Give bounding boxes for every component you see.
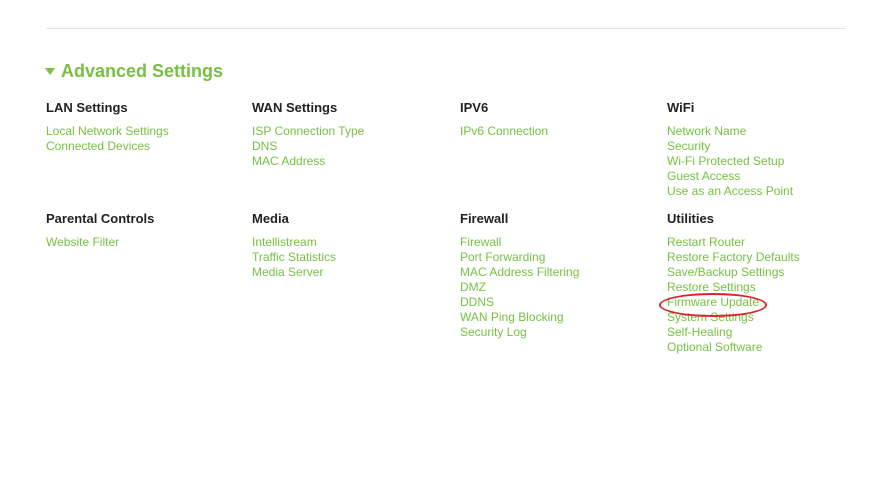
link-mac-address[interactable]: MAC Address	[252, 154, 442, 169]
link-system-settings[interactable]: System Settings	[667, 310, 857, 325]
link-isp-connection-type[interactable]: ISP Connection Type	[252, 124, 442, 139]
group-firewall: Firewall Firewall Port Forwarding MAC Ad…	[460, 211, 650, 340]
link-port-forwarding[interactable]: Port Forwarding	[460, 250, 650, 265]
group-title: Media	[252, 211, 289, 226]
advanced-settings-page: Advanced Settings LAN Settings Local Net…	[0, 0, 879, 498]
link-traffic-statistics[interactable]: Traffic Statistics	[252, 250, 442, 265]
group-ipv6: IPV6 IPv6 Connection	[460, 100, 650, 139]
group-title: Firewall	[460, 211, 509, 226]
link-optional-software[interactable]: Optional Software	[667, 340, 857, 355]
link-security-log[interactable]: Security Log	[460, 325, 650, 340]
link-security[interactable]: Security	[667, 139, 857, 154]
link-restore-settings[interactable]: Restore Settings	[667, 280, 857, 295]
group-title: IPV6	[460, 100, 489, 115]
link-network-name[interactable]: Network Name	[667, 124, 857, 139]
link-firmware-update[interactable]: Firmware Update	[667, 295, 857, 310]
link-firewall[interactable]: Firewall	[460, 235, 650, 250]
group-wan-settings: WAN Settings ISP Connection Type DNS MAC…	[252, 100, 442, 169]
group-title: WAN Settings	[252, 100, 338, 115]
group-utilities: Utilities Restart Router Restore Factory…	[667, 211, 857, 355]
link-dns[interactable]: DNS	[252, 139, 442, 154]
link-mac-address-filtering[interactable]: MAC Address Filtering	[460, 265, 650, 280]
group-title: Utilities	[667, 211, 714, 226]
link-local-network-settings[interactable]: Local Network Settings	[46, 124, 236, 139]
group-lan-settings: LAN Settings Local Network Settings Conn…	[46, 100, 236, 154]
link-wan-ping-blocking[interactable]: WAN Ping Blocking	[460, 310, 650, 325]
link-save-backup-settings[interactable]: Save/Backup Settings	[667, 265, 857, 280]
group-title: Parental Controls	[46, 211, 155, 226]
group-wifi: WiFi Network Name Security Wi-Fi Protect…	[667, 100, 857, 199]
caret-down-icon	[45, 68, 55, 75]
advanced-settings-toggle[interactable]: Advanced Settings	[45, 60, 223, 82]
link-dmz[interactable]: DMZ	[460, 280, 650, 295]
divider	[46, 28, 846, 29]
link-intellistream[interactable]: Intellistream	[252, 235, 442, 250]
link-guest-access[interactable]: Guest Access	[667, 169, 857, 184]
link-restart-router[interactable]: Restart Router	[667, 235, 857, 250]
link-restore-factory-defaults[interactable]: Restore Factory Defaults	[667, 250, 857, 265]
link-website-filter[interactable]: Website Filter	[46, 235, 236, 250]
link-wifi-protected-setup[interactable]: Wi-Fi Protected Setup	[667, 154, 857, 169]
section-title: Advanced Settings	[61, 61, 224, 81]
link-use-as-access-point[interactable]: Use as an Access Point	[667, 184, 857, 199]
link-ipv6-connection[interactable]: IPv6 Connection	[460, 124, 650, 139]
group-parental-controls: Parental Controls Website Filter	[46, 211, 236, 250]
group-media: Media Intellistream Traffic Statistics M…	[252, 211, 442, 280]
group-title: WiFi	[667, 100, 695, 115]
group-title: LAN Settings	[46, 100, 128, 115]
link-self-healing[interactable]: Self-Healing	[667, 325, 857, 340]
link-connected-devices[interactable]: Connected Devices	[46, 139, 236, 154]
link-ddns[interactable]: DDNS	[460, 295, 650, 310]
link-media-server[interactable]: Media Server	[252, 265, 442, 280]
